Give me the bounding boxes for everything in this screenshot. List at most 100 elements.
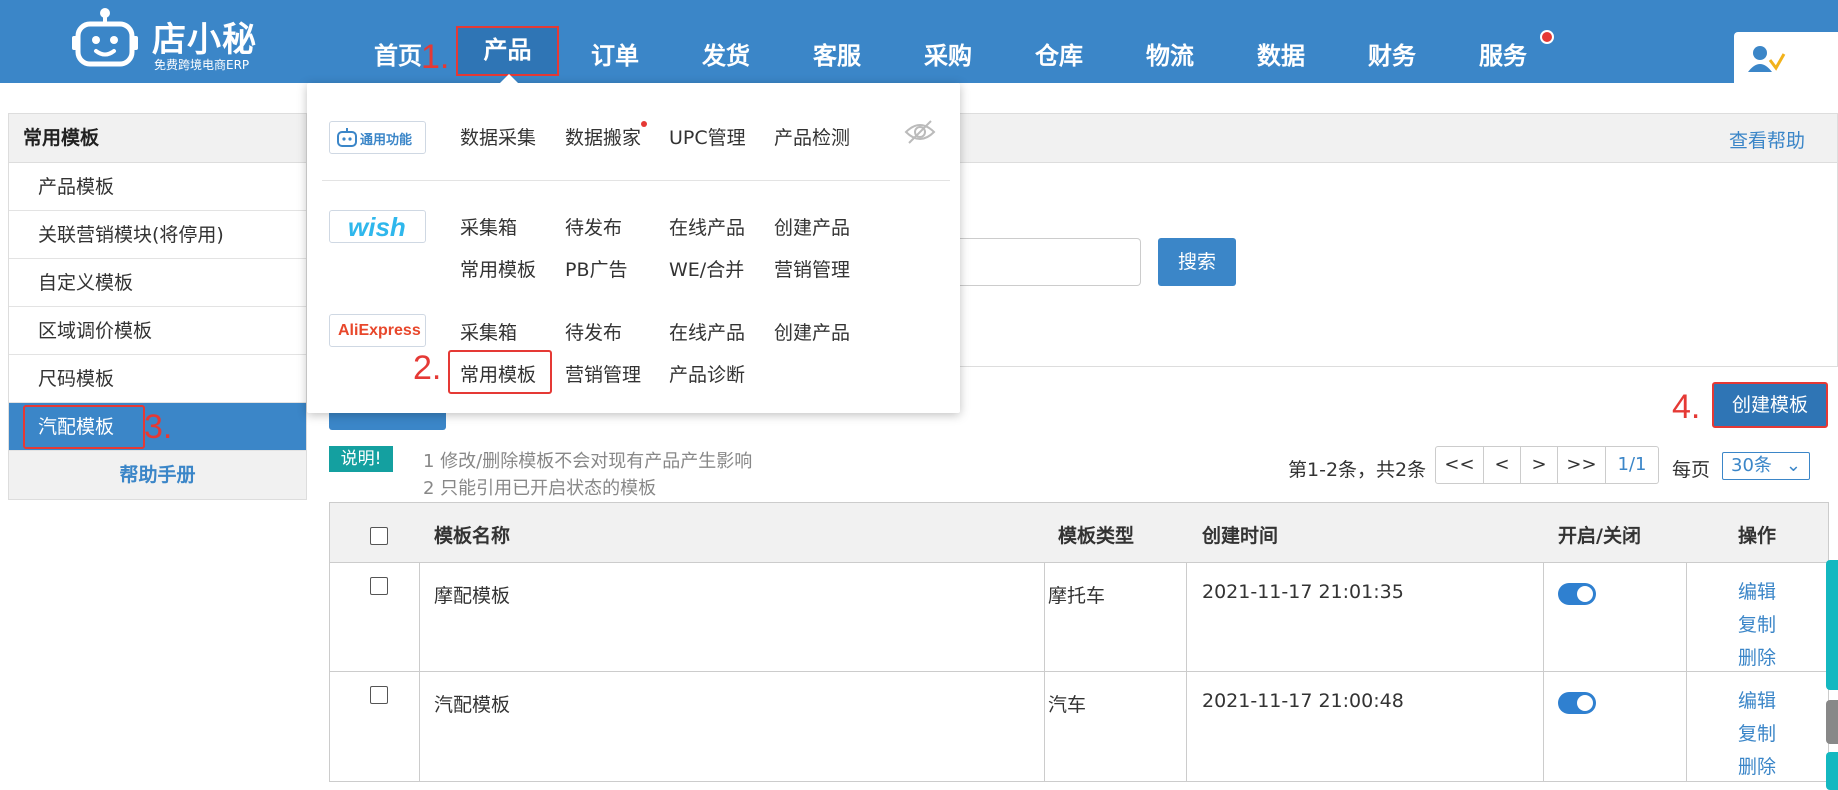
per-page-select[interactable]: 30条 ⌄ [1722,452,1810,480]
note-line-1: 1 修改/删除模板不会对现有产品产生影响 [423,451,753,472]
nav-product[interactable]: 产品 [456,26,559,76]
cell-divider [1543,672,1544,781]
create-template-button[interactable]: 创建模板 [1712,382,1828,428]
pager-info: 第1-2条，共2条 [1288,459,1427,481]
user-icon [1748,46,1786,72]
product-dropdown-menu: 通用功能 数据采集 数据搬家 UPC管理 产品检测 wish 采集箱 待发布 在… [307,74,960,413]
per-page-label: 每页 [1672,459,1711,481]
pager-prev[interactable]: < [1484,447,1521,483]
cell-divider [1044,563,1045,671]
column-header-name: 模板名称 [434,525,511,547]
nav-data[interactable]: 数据 [1257,36,1305,71]
nav-shipping[interactable]: 发货 [702,36,750,71]
created-time: 2021-11-17 21:00:48 [1202,690,1404,712]
user-menu-tab[interactable] [1734,32,1838,83]
enable-toggle[interactable] [1558,692,1596,714]
sidebar-item-regional-pricing[interactable]: 区域调价模板 [9,307,306,355]
pager-last[interactable]: >> [1558,447,1606,483]
aliexpress-logo: AliExpress [338,322,421,339]
menu-wish-create-product[interactable]: 创建产品 [774,213,850,240]
aliexpress-badge: AliExpress [329,314,426,347]
menu-ali-templates[interactable]: 常用模板 [460,360,536,387]
column-header-created: 创建时间 [1202,525,1279,547]
logo-title: 店小秘 [152,20,257,60]
logo-subtitle: 免费跨境电商ERP [154,58,250,72]
menu-ali-collection-box[interactable]: 采集箱 [460,318,517,345]
delete-link[interactable]: 删除 [1738,643,1776,670]
menu-wish-pb-ads[interactable]: PB广告 [565,255,628,282]
column-header-toggle: 开启/关闭 [1558,525,1641,547]
step-label-4: 4. [1672,388,1701,426]
template-name: 汽配模板 [434,694,511,716]
column-header-type: 模板类型 [1058,525,1135,547]
sidebar-item-related-marketing[interactable]: 关联营销模块(将停用) [9,211,306,259]
wish-logo: wish [348,212,406,242]
select-all-checkbox[interactable] [370,527,388,545]
pager-next[interactable]: > [1521,447,1558,483]
nav-home[interactable]: 首页 [374,36,422,71]
copy-link[interactable]: 复制 [1738,719,1776,746]
sidebar-item-label: 尺码模板 [38,368,115,390]
nav-logistics[interactable]: 物流 [1146,36,1194,71]
badge-label: 通用功能 [360,133,413,148]
cell-divider [1686,672,1687,781]
menu-ali-product-diagnosis[interactable]: 产品诊断 [669,360,745,387]
general-functions-badge: 通用功能 [329,121,426,154]
hide-eye-icon[interactable] [904,119,936,145]
edit-link[interactable]: 编辑 [1738,686,1776,713]
column-header-ops: 操作 [1738,525,1777,547]
search-button[interactable]: 搜索 [1158,238,1236,286]
menu-wish-templates[interactable]: 常用模板 [460,255,536,282]
menu-wish-online-products[interactable]: 在线产品 [669,213,745,240]
cell-divider [1186,672,1187,781]
menu-ali-pending[interactable]: 待发布 [565,318,622,345]
delete-link[interactable]: 删除 [1738,752,1776,779]
menu-ali-create-product[interactable]: 创建产品 [774,318,850,345]
cell-divider [419,563,420,671]
side-widget-tab[interactable] [1826,560,1838,690]
menu-product-check[interactable]: 产品检测 [774,123,850,150]
cell-divider [1186,563,1187,671]
sidebar-item-label: 自定义模板 [38,272,134,294]
highlight-box [23,405,145,449]
copy-link[interactable]: 复制 [1738,610,1776,637]
step-label-1: 1. [421,38,450,76]
nav-purchasing[interactable]: 采购 [924,36,972,71]
edit-link[interactable]: 编辑 [1738,577,1776,604]
sidebar-item-product-template[interactable]: 产品模板 [9,163,306,211]
menu-wish-we-merge[interactable]: WE/合并 [669,255,744,282]
menu-upc-management[interactable]: UPC管理 [669,123,746,150]
nav-services[interactable]: 服务 [1479,36,1527,71]
logo[interactable]: 店小秘 免费跨境电商ERP [72,6,272,76]
row-checkbox[interactable] [370,686,388,704]
cell-divider [1543,563,1544,671]
menu-wish-collection-box[interactable]: 采集箱 [460,213,517,240]
menu-data-collection[interactable]: 数据采集 [460,123,536,150]
nav-warehouse[interactable]: 仓库 [1035,36,1083,71]
nav-orders[interactable]: 订单 [591,36,639,71]
row-checkbox[interactable] [370,577,388,595]
menu-wish-marketing[interactable]: 营销管理 [774,255,850,282]
side-widget-tab[interactable] [1826,752,1838,790]
sidebar-item-custom-template[interactable]: 自定义模板 [9,259,306,307]
note-tag: 说明! [329,446,393,472]
menu-data-migration[interactable]: 数据搬家 [565,123,641,150]
menu-ali-marketing[interactable]: 营销管理 [565,360,641,387]
side-widget-tab[interactable] [1826,700,1838,744]
nav-finance[interactable]: 财务 [1368,36,1416,71]
enable-toggle[interactable] [1558,583,1596,605]
view-help-link[interactable]: 查看帮助 [1729,126,1805,153]
cell-divider [419,672,420,781]
help-manual-link[interactable]: 帮助手册 [9,451,306,499]
robot-logo-icon [72,8,138,67]
dropdown-caret [500,74,518,83]
menu-ali-online-products[interactable]: 在线产品 [669,318,745,345]
sidebar-header: 常用模板 [9,114,306,163]
search-input[interactable] [949,238,1141,286]
notification-dot [1540,30,1554,44]
pager-current-page[interactable]: 1/1 [1606,447,1658,483]
sidebar-item-size-template[interactable]: 尺码模板 [9,355,306,403]
pager-first[interactable]: << [1436,447,1484,483]
menu-wish-pending[interactable]: 待发布 [565,213,622,240]
nav-customer-service[interactable]: 客服 [813,36,861,71]
